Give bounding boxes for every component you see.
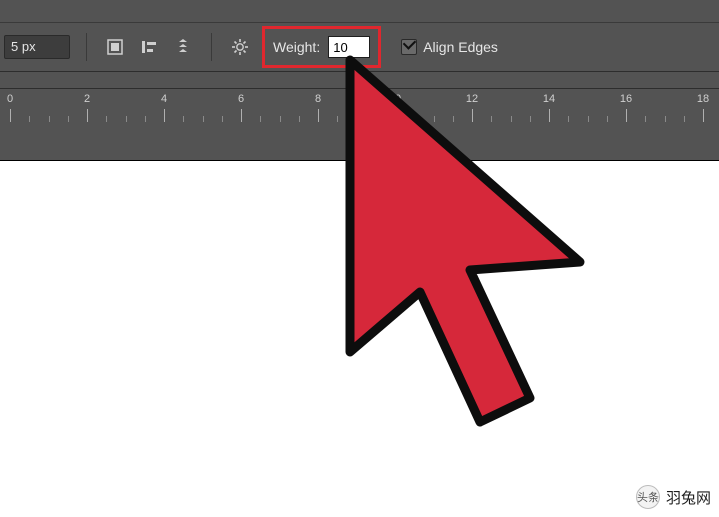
ruler-tick-label: 14 [543,93,555,105]
document-canvas[interactable] [0,160,719,517]
app-root: 5 px [0,0,719,517]
align-edges-checkbox[interactable] [401,39,417,55]
stroke-size-input[interactable]: 5 px [4,35,70,59]
weight-input[interactable] [328,36,370,58]
path-operations-icon[interactable] [103,35,127,59]
horizontal-ruler: 0 2 4 6 8 10 12 14 16 18 [0,88,719,124]
align-edges-group: Align Edges [401,39,498,55]
ruler-tick-label: 8 [315,93,321,105]
ruler-tick-label: 6 [238,93,244,105]
align-edges-label: Align Edges [423,39,498,55]
watermark-badge-icon: 头条 [636,485,660,509]
ruler-tick-major [241,109,242,123]
ruler-tick-major [164,109,165,123]
weight-highlight-box: Weight: [262,26,381,68]
separator [86,33,87,61]
separator [211,33,212,61]
watermark-text: 羽兔网 [666,487,711,508]
ruler-tick-label: 4 [161,93,167,105]
ruler-tick-major [10,109,11,123]
ruler-ticks: 0 2 4 6 8 10 12 14 16 18 [0,89,719,123]
weight-label: Weight: [273,39,320,55]
ruler-tick-major [472,109,473,123]
ruler-tick-label: 0 [7,93,13,105]
ruler-tick-major [626,109,627,123]
ruler-tick-label: 2 [84,93,90,105]
ruler-tick-major [703,109,704,123]
ruler-tick-label: 12 [466,93,478,105]
path-alignment-icon[interactable] [137,35,161,59]
options-bar: 5 px [0,22,719,72]
ruler-tick-major [318,109,319,123]
ruler-tick-label: 16 [620,93,632,105]
path-arrangement-icon[interactable] [171,35,195,59]
stroke-size-field: 5 px [4,35,70,59]
ruler-tick-label: 10 [389,93,401,105]
ruler-tick-label: 18 [697,93,709,105]
settings-gear-icon[interactable] [228,35,252,59]
ruler-tick-major [395,109,396,123]
ruler-tick-major [549,109,550,123]
ruler-tick-major [87,109,88,123]
watermark: 头条 羽兔网 [636,485,711,509]
